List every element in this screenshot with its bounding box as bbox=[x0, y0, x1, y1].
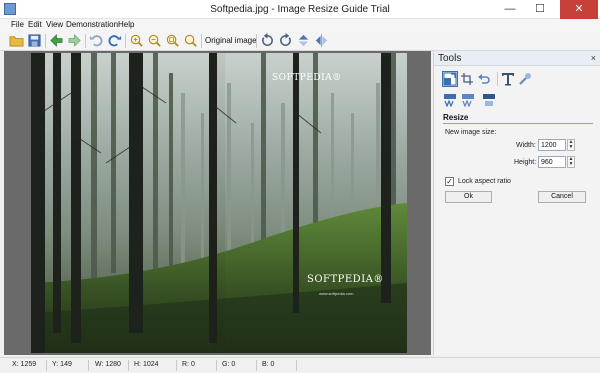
flip-horizontal-icon[interactable] bbox=[314, 33, 329, 48]
flip-vertical-icon[interactable] bbox=[296, 33, 311, 48]
toolbar-separator bbox=[45, 34, 46, 48]
width-label: Width: bbox=[516, 142, 536, 149]
menu-file[interactable]: File bbox=[11, 20, 24, 29]
cancel-button[interactable]: Cancel bbox=[538, 191, 586, 203]
redo-icon[interactable] bbox=[107, 33, 122, 48]
open-folder-icon[interactable] bbox=[9, 33, 24, 48]
original-image-button[interactable]: Original image bbox=[205, 36, 257, 45]
zoom-in-icon[interactable] bbox=[129, 33, 144, 48]
save-icon[interactable] bbox=[27, 33, 42, 48]
tools-panel: Tools × Resize New image size: Width: ▲▼… bbox=[433, 51, 600, 355]
tools-title: Tools bbox=[438, 53, 462, 64]
toolbar-separator bbox=[201, 34, 202, 48]
tools-separator bbox=[497, 72, 498, 86]
width-spinner[interactable]: ▲ ▼ bbox=[567, 139, 575, 151]
status-x: X: 1259 bbox=[12, 361, 37, 368]
toolbar-separator bbox=[85, 34, 86, 48]
menu-bar: File Edit View Demonstration Help bbox=[0, 19, 600, 31]
rotate-right-icon[interactable] bbox=[278, 33, 293, 48]
zoom-fit-icon[interactable] bbox=[165, 33, 180, 48]
status-separator bbox=[216, 360, 217, 371]
resize-heading: Resize bbox=[443, 113, 469, 122]
status-y: Y: 149 bbox=[52, 361, 72, 368]
batch-tool-icon[interactable] bbox=[443, 93, 457, 108]
watermark-bottom: SOFTPEDIA® bbox=[307, 274, 384, 285]
zoom-actual-icon[interactable] bbox=[183, 33, 198, 48]
menu-edit[interactable]: Edit bbox=[28, 20, 42, 29]
new-size-label: New image size: bbox=[445, 129, 497, 136]
toolbar-separator bbox=[125, 34, 126, 48]
status-separator bbox=[46, 360, 47, 371]
image-canvas[interactable]: SOFTPEDIA® SOFTPEDIA® www.softpedia.com bbox=[4, 51, 431, 355]
height-label: Height: bbox=[514, 159, 537, 166]
forward-arrow-icon[interactable] bbox=[67, 33, 82, 48]
crop-tool-icon[interactable] bbox=[460, 72, 474, 86]
status-height: H: 1024 bbox=[134, 361, 159, 368]
height-spinner[interactable]: ▲ ▼ bbox=[567, 156, 575, 168]
undo-tool-icon[interactable] bbox=[477, 72, 491, 86]
close-button[interactable]: ✕ bbox=[560, 0, 598, 19]
resize-tool-icon[interactable] bbox=[442, 71, 458, 87]
toolbar-separator bbox=[256, 34, 257, 48]
export-tool-icon[interactable] bbox=[482, 93, 496, 107]
rotate-left-icon[interactable] bbox=[260, 33, 275, 48]
forest-photo: SOFTPEDIA® SOFTPEDIA® www.softpedia.com bbox=[31, 53, 407, 353]
status-separator bbox=[256, 360, 257, 371]
wrench-tool-icon[interactable] bbox=[518, 72, 532, 86]
minimize-button[interactable]: — bbox=[496, 0, 524, 19]
menu-demonstration[interactable]: Demonstration bbox=[66, 20, 118, 29]
resize-rule bbox=[443, 123, 593, 124]
menu-help[interactable]: Help bbox=[118, 20, 134, 29]
status-separator bbox=[88, 360, 89, 371]
watermark-url: www.softpedia.com bbox=[319, 291, 354, 296]
lock-aspect-label: Lock aspect ratio bbox=[458, 178, 511, 185]
status-separator bbox=[128, 360, 129, 371]
ok-button[interactable]: Ok bbox=[445, 191, 492, 203]
status-separator bbox=[176, 360, 177, 371]
height-field[interactable] bbox=[538, 156, 566, 168]
batch-resize-icon[interactable] bbox=[461, 93, 475, 108]
back-arrow-icon[interactable] bbox=[49, 33, 64, 48]
maximize-button[interactable]: ☐ bbox=[526, 0, 554, 19]
status-width: W: 1280 bbox=[95, 361, 121, 368]
undo-icon[interactable] bbox=[89, 33, 104, 48]
title-bar: Softpedia.jpg - Image Resize Guide Trial… bbox=[0, 0, 600, 19]
tools-close-icon[interactable]: × bbox=[591, 53, 596, 63]
watermark-top: SOFTPEDIA® bbox=[272, 73, 342, 83]
zoom-out-icon[interactable] bbox=[147, 33, 162, 48]
toolbar: Original image bbox=[0, 31, 600, 51]
width-field[interactable] bbox=[538, 139, 566, 151]
status-blue: B: 0 bbox=[262, 361, 275, 368]
menu-view[interactable]: View bbox=[46, 20, 63, 29]
status-separator bbox=[296, 360, 297, 371]
lock-aspect-checkbox[interactable]: ✓ bbox=[445, 177, 454, 186]
status-green: G: 0 bbox=[222, 361, 236, 368]
status-bar: X: 1259 Y: 149 W: 1280 H: 1024 R: 0 G: 0… bbox=[0, 357, 600, 373]
text-tool-icon[interactable] bbox=[501, 72, 515, 86]
status-red: R: 0 bbox=[182, 361, 195, 368]
tools-header: Tools × bbox=[434, 51, 600, 66]
